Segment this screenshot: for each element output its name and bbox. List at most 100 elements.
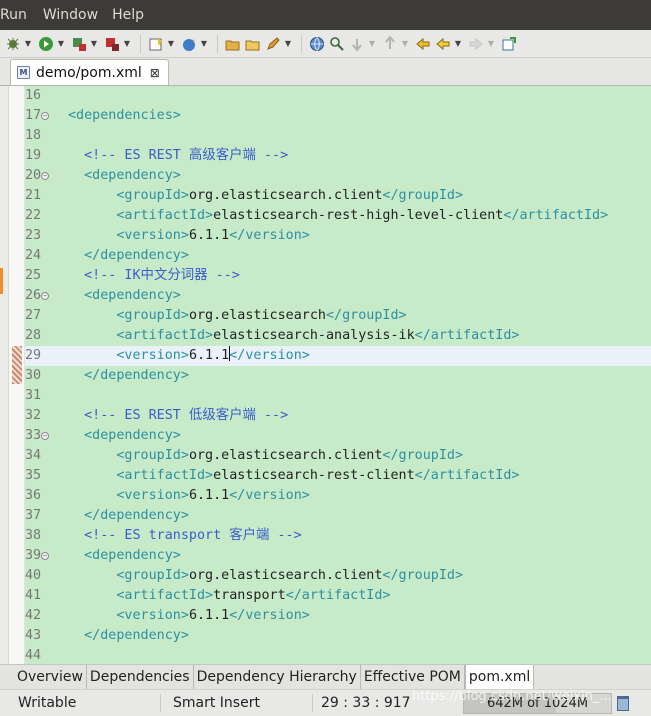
code-line[interactable]: 18 xyxy=(25,126,651,146)
code-text: <version>6.1.1</version> xyxy=(68,226,310,246)
new-wizard-icon[interactable] xyxy=(147,35,165,53)
annotation-ruler[interactable] xyxy=(9,86,25,664)
editor-tab-pom[interactable]: M demo/pom.xml ⊠ xyxy=(10,59,169,85)
edit-pencil-icon[interactable] xyxy=(264,35,282,53)
open-folder-icon[interactable] xyxy=(244,35,262,53)
chevron-down-icon[interactable]: ▼ xyxy=(24,39,32,48)
code-line[interactable]: 20− <dependency> xyxy=(25,166,651,186)
code-line[interactable]: 35 <artifactId>elasticsearch-rest-client… xyxy=(25,466,651,486)
xml-text: org.elasticsearch.client xyxy=(188,188,383,203)
garbage-collect-icon[interactable] xyxy=(617,696,629,711)
fold-toggle-icon[interactable]: − xyxy=(41,432,49,440)
code-line[interactable]: 17− <dependencies> xyxy=(25,106,651,126)
code-line[interactable]: 39− <dependency> xyxy=(25,546,651,566)
back-icon[interactable] xyxy=(434,35,452,53)
coverage-icon[interactable] xyxy=(103,35,121,53)
line-number: 36 xyxy=(25,488,42,503)
xml-source-editor[interactable]: 16 17− <dependencies> 18 19 <!-- ES REST 高级客… xyxy=(0,85,651,664)
globe-icon[interactable] xyxy=(308,35,326,53)
code-line[interactable]: 32 <!-- ES REST 低级客户端 --> xyxy=(25,406,651,426)
fold-toggle-icon[interactable]: − xyxy=(41,172,49,180)
menu-window[interactable]: Window xyxy=(43,7,104,23)
line-number: 26 xyxy=(25,288,42,303)
code-line[interactable]: 30 </dependency> xyxy=(25,366,651,386)
code-line[interactable]: 42 <version>6.1.1</version> xyxy=(25,606,651,626)
line-number: 35 xyxy=(25,468,42,483)
code-line[interactable]: 26− <dependency> xyxy=(25,286,651,306)
chevron-down-icon[interactable]: ▼ xyxy=(487,39,495,48)
code-line[interactable]: 21 <groupId>org.elasticsearch.client</gr… xyxy=(25,186,651,206)
chevron-down-icon[interactable]: ▼ xyxy=(200,39,208,48)
xml-tag: <artifactId> xyxy=(68,328,214,343)
pom-editor-page-tabs: Overview Dependencies Dependency Hierarchy… xyxy=(0,664,651,689)
code-line[interactable]: 38 <!-- ES transport 客户端 --> xyxy=(25,526,651,546)
page-tab-overview[interactable]: Overview xyxy=(14,665,87,689)
chevron-down-icon[interactable]: ▼ xyxy=(167,39,175,48)
xml-tag: <groupId> xyxy=(68,568,189,583)
pin-editor-icon[interactable] xyxy=(500,35,518,53)
code-line[interactable]: 28 <artifactId>elasticsearch-analysis-ik… xyxy=(25,326,651,346)
quick-diff-marker xyxy=(12,346,22,384)
page-tab-effective-pom[interactable]: Effective POM xyxy=(361,665,465,689)
run-icon[interactable] xyxy=(37,35,55,53)
code-line[interactable]: 33− <dependency> xyxy=(25,426,651,446)
code-line[interactable]: 44 xyxy=(25,646,651,664)
code-line[interactable]: 40 <groupId>org.elasticsearch.client</gr… xyxy=(25,566,651,586)
xml-text: org.elasticsearch.client xyxy=(188,568,383,583)
next-annotation-icon[interactable] xyxy=(348,35,366,53)
xml-comment: <!-- IK中文分词器 --> xyxy=(68,268,240,283)
code-line[interactable]: 43 </dependency> xyxy=(25,626,651,646)
fold-toggle-icon[interactable]: − xyxy=(41,552,49,560)
code-line[interactable]: 23 <version>6.1.1</version> xyxy=(25,226,651,246)
code-line[interactable]: 24 </dependency> xyxy=(25,246,651,266)
code-line[interactable]: 22 <artifactId>elasticsearch-rest-high-l… xyxy=(25,206,651,226)
chevron-down-icon[interactable]: ▼ xyxy=(401,39,409,48)
code-text: <dependency> xyxy=(68,426,181,446)
code-line[interactable]: 31 xyxy=(25,386,651,406)
chevron-down-icon[interactable]: ▼ xyxy=(368,39,376,48)
open-type-icon[interactable] xyxy=(224,35,242,53)
menu-help[interactable]: Help xyxy=(112,7,150,23)
chevron-down-icon[interactable]: ▼ xyxy=(454,39,462,48)
code-line[interactable]: 16 xyxy=(25,86,651,106)
previous-annotation-icon[interactable] xyxy=(381,35,399,53)
xml-tag: </groupId> xyxy=(326,308,407,323)
code-line[interactable]: 41 <artifactId>transport</artifactId> xyxy=(25,586,651,606)
code-line[interactable]: 34 <groupId>org.elasticsearch.client</gr… xyxy=(25,446,651,466)
chevron-down-icon[interactable]: ▼ xyxy=(284,39,292,48)
run-external-tool-icon[interactable] xyxy=(70,35,88,53)
fold-toggle-icon[interactable]: − xyxy=(41,112,49,120)
line-number: 39 xyxy=(25,548,42,563)
line-number: 16 xyxy=(25,88,42,103)
chevron-down-icon[interactable]: ▼ xyxy=(90,39,98,48)
page-tab-pom-xml[interactable]: pom.xml xyxy=(464,665,535,689)
xml-text: 6.1.1 xyxy=(188,228,230,243)
code-text: <version>6.1.1</version> xyxy=(68,486,310,506)
chevron-down-icon[interactable]: ▼ xyxy=(57,39,65,48)
code-text: </dependency> xyxy=(68,626,189,646)
xml-tag: <artifactId> xyxy=(68,468,214,483)
code-line[interactable]: 27 <groupId>org.elasticsearch</groupId> xyxy=(25,306,651,326)
chevron-down-icon[interactable]: ▼ xyxy=(123,39,131,48)
code-line[interactable]: 36 <version>6.1.1</version> xyxy=(25,486,651,506)
line-number: 23 xyxy=(25,228,42,243)
code-area[interactable]: 16 17− <dependencies> 18 19 <!-- ES REST 高级客… xyxy=(25,86,651,664)
page-tab-dependency-hierarchy[interactable]: Dependency Hierarchy xyxy=(194,665,361,689)
line-number: 34 xyxy=(25,448,42,463)
line-number: 32 xyxy=(25,408,42,423)
code-line[interactable]: 37 </dependency> xyxy=(25,506,651,526)
page-tab-dependencies[interactable]: Dependencies xyxy=(87,665,194,689)
code-line[interactable]: 25 <!-- IK中文分词器 --> xyxy=(25,266,651,286)
close-icon[interactable]: ⊠ xyxy=(150,66,160,80)
fold-toggle-icon[interactable]: − xyxy=(41,292,49,300)
new-java-class-icon[interactable] xyxy=(180,35,198,53)
xml-tag: </groupId> xyxy=(382,188,464,203)
forward-icon[interactable] xyxy=(467,35,485,53)
debug-icon[interactable] xyxy=(4,35,22,53)
last-edit-location-icon[interactable] xyxy=(414,35,432,53)
menu-run[interactable]: Run xyxy=(0,7,33,23)
xml-tag: <dependencies> xyxy=(68,108,181,123)
code-line[interactable]: 29 <version>6.1.1</version> xyxy=(25,346,651,366)
code-line[interactable]: 19 <!-- ES REST 高级客户端 --> xyxy=(25,146,651,166)
search-icon[interactable] xyxy=(328,35,346,53)
